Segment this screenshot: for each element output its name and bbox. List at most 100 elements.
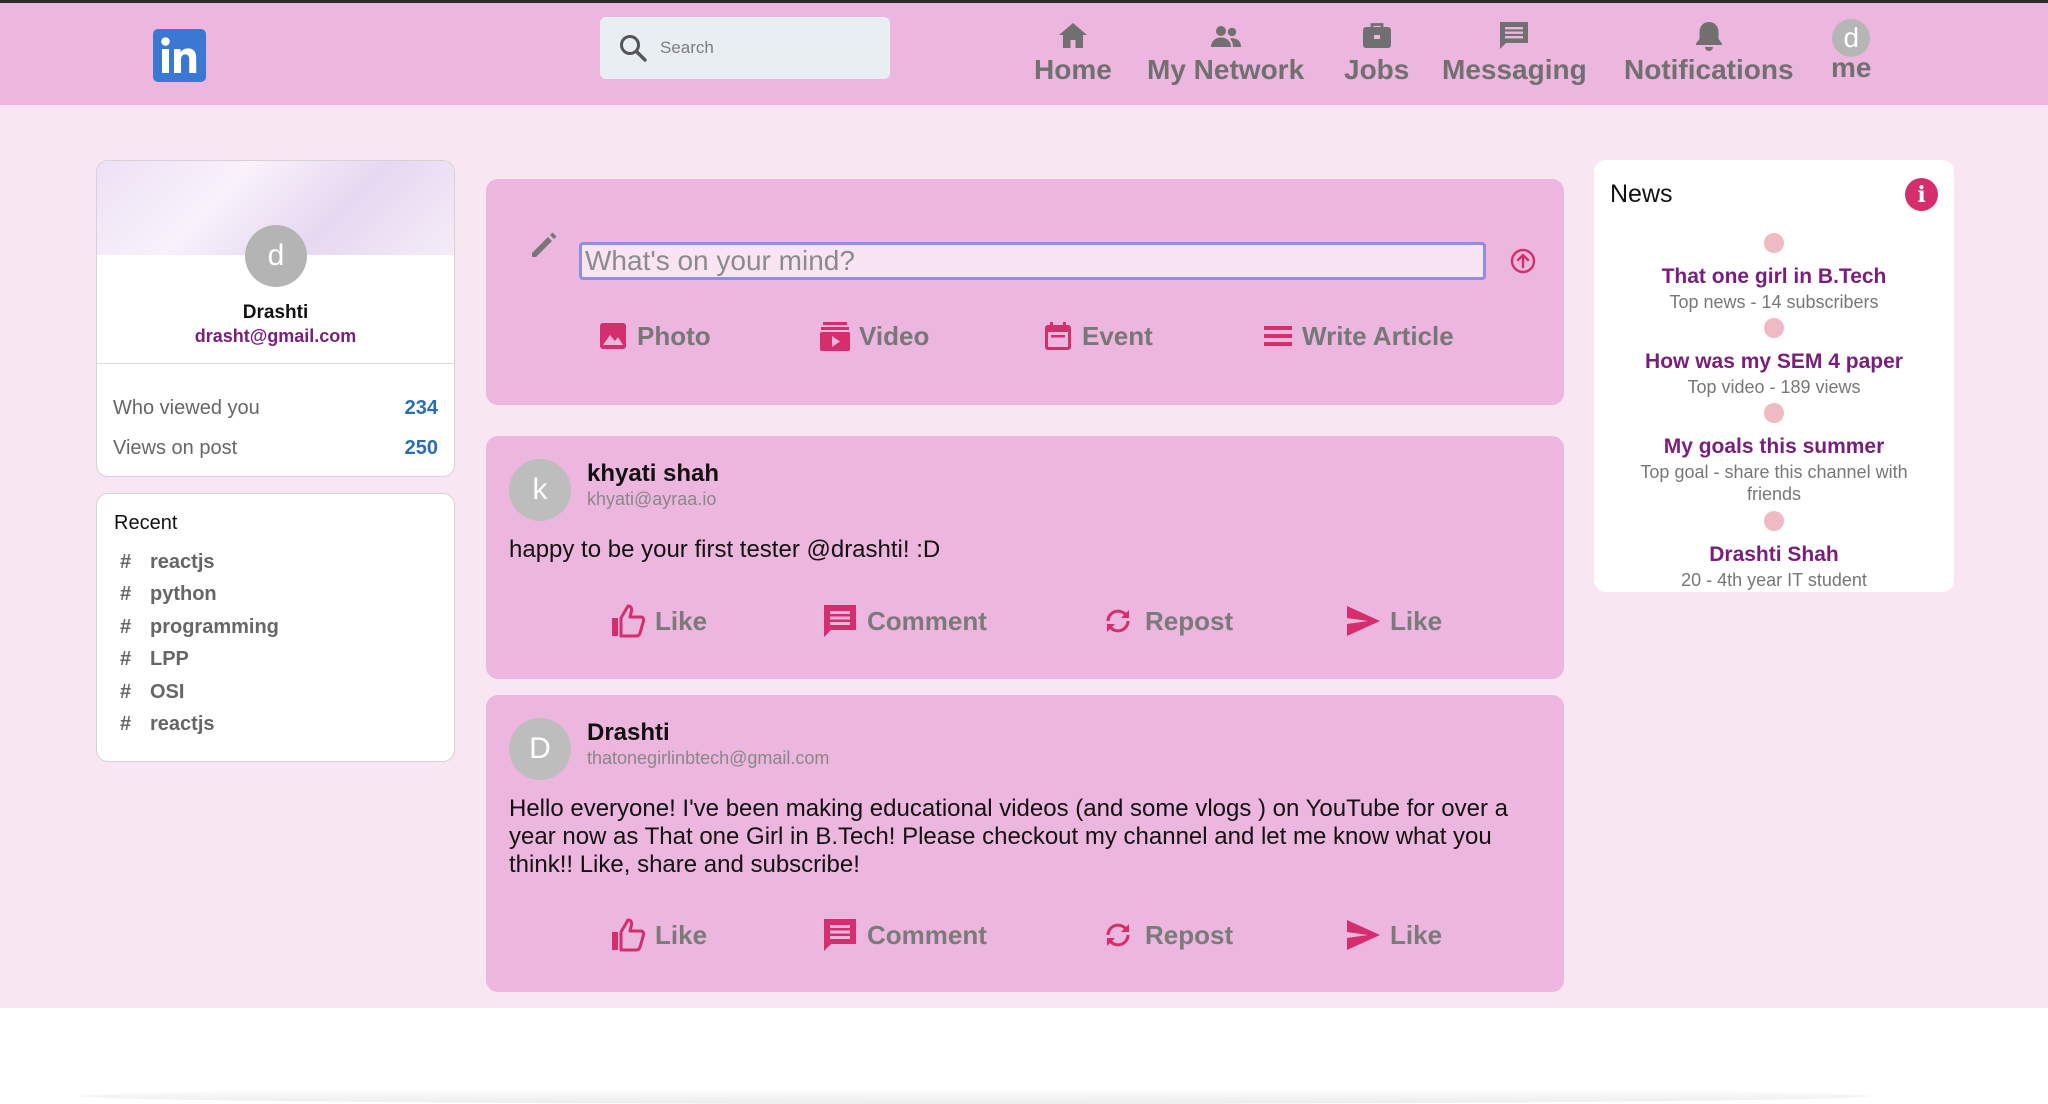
recent-tag[interactable]: # python [120,583,217,606]
post-avatar[interactable]: k [509,459,571,521]
bell-icon [1695,22,1722,51]
message-icon [1500,22,1529,49]
post-author[interactable]: khyati shah [587,460,719,488]
recent-title: Recent [114,512,178,534]
write-article-button[interactable]: Write Article [1262,320,1454,352]
top-navbar: Home My Network Jobs Messaging [0,3,2048,105]
news-headline[interactable]: My goals this summer [1594,435,1954,459]
stat-views-on-post[interactable]: Views on post 250 [113,437,438,460]
comment-button[interactable]: Comment [821,602,987,640]
nav-my-network-label: My Network [1147,54,1305,85]
recent-tag[interactable]: # reactjs [120,551,215,574]
network-icon [1210,26,1241,47]
event-label: Event [1082,320,1153,351]
comment-icon [824,919,856,951]
post-author-email: khyati@ayraa.io [587,489,717,509]
pencil-icon [532,232,557,257]
post-author[interactable]: Drashti [587,719,670,747]
nav-jobs-label: Jobs [1344,54,1410,85]
post-avatar[interactable]: D [509,718,571,780]
window-bottom-shadow [80,1088,1870,1104]
post-card: k khyati shah khyati@ayraa.io happy to b… [486,436,1564,679]
post-text: Hello everyone! I've been making educati… [509,795,1508,878]
submit-post-icon[interactable] [1509,247,1537,275]
comment-label: Comment [867,919,987,950]
comment-icon [824,605,856,637]
stat-views-on-post-value: 250 [404,437,438,459]
post-card: D Drashti thatonegirlinbtech@gmail.com H… [486,695,1564,992]
news-subtitle: Top news - 14 subscribers [1669,292,1879,312]
write-article-label: Write Article [1302,320,1454,351]
recent-tag[interactable]: # reactjs [120,713,215,736]
news-subtitle: Top video - 189 views [1687,377,1861,397]
comment-label: Comment [867,605,987,636]
news-bullet [1764,403,1784,423]
stat-views-on-post-label: Views on post [113,437,238,459]
send-button[interactable]: Like [1344,602,1442,640]
thumbs-up-icon [612,918,646,952]
recent-tag[interactable]: # LPP [120,648,189,671]
comment-button[interactable]: Comment [821,916,987,954]
send-label: Like [1390,919,1443,950]
linkedin-logo-icon[interactable] [153,29,206,82]
calendar-icon [1045,322,1071,350]
repost-button[interactable]: Repost [1099,916,1233,954]
send-button[interactable]: Like [1344,916,1442,954]
profile-email: drasht@gmail.com [194,326,357,346]
like-button[interactable]: Like [609,916,707,954]
news-bullet [1764,318,1784,338]
like-button[interactable]: Like [609,602,707,640]
repost-label: Repost [1145,919,1234,950]
recent-tag[interactable]: # programming [120,616,279,639]
search-input[interactable] [660,38,860,58]
repost-icon [1106,609,1130,633]
photo-icon [600,323,626,349]
profile-avatar[interactable]: d [245,225,307,287]
news-headline[interactable]: How was my SEM 4 paper [1594,350,1954,374]
profile-card: d Drashti drasht@gmail.com Who viewed yo… [96,160,455,477]
nav-home-label: Home [1034,54,1112,85]
news-headline[interactable]: Drashti Shah [1594,543,1954,567]
video-button[interactable]: Video [819,320,929,352]
post-input[interactable] [579,242,1486,280]
stat-who-viewed-label: Who viewed you [113,397,260,419]
post-composer: Photo Video Event Write Article [486,179,1564,405]
thumbs-up-icon [612,604,646,638]
nav-home[interactable]: Home [1034,19,1112,86]
nav-notifications[interactable]: Notifications [1624,19,1794,86]
nav-notifications-label: Notifications [1624,54,1794,85]
stat-who-viewed[interactable]: Who viewed you 234 [113,397,438,420]
stat-who-viewed-value: 234 [404,397,438,419]
send-icon [1347,606,1380,636]
nav-me[interactable]: d me [1831,19,1871,84]
recent-card: Recent # reactjs # python # programming # LP… [96,493,455,762]
photo-button[interactable]: Photo [597,320,711,352]
nav-jobs[interactable]: Jobs [1344,19,1409,86]
news-headline[interactable]: That one girl in B.Tech [1594,265,1954,289]
like-label: Like [655,919,708,950]
briefcase-icon [1362,23,1391,48]
repost-icon [1106,923,1130,947]
like-label: Like [655,605,708,636]
info-icon[interactable]: i [1905,178,1938,211]
search-icon [620,35,647,62]
article-icon [1264,326,1292,346]
send-label: Like [1390,605,1443,636]
search-bar[interactable] [600,17,890,79]
nav-my-network[interactable]: My Network [1147,19,1304,86]
video-label: Video [859,320,930,351]
repost-button[interactable]: Repost [1099,602,1233,640]
profile-divider [97,363,454,364]
recent-tag[interactable]: # OSI [120,681,184,704]
post-text: happy to be your first tester @drashti! … [509,536,941,563]
event-button[interactable]: Event [1042,320,1153,352]
home-icon [1058,23,1087,48]
repost-label: Repost [1145,605,1234,636]
post-author-email: thatonegirlinbtech@gmail.com [587,748,830,768]
nav-me-label: me [1831,52,1872,83]
send-icon [1347,920,1380,950]
news-title: News [1610,180,1673,208]
news-bullet [1764,233,1784,253]
nav-messaging[interactable]: Messaging [1442,19,1587,86]
news-bullet [1764,511,1784,531]
